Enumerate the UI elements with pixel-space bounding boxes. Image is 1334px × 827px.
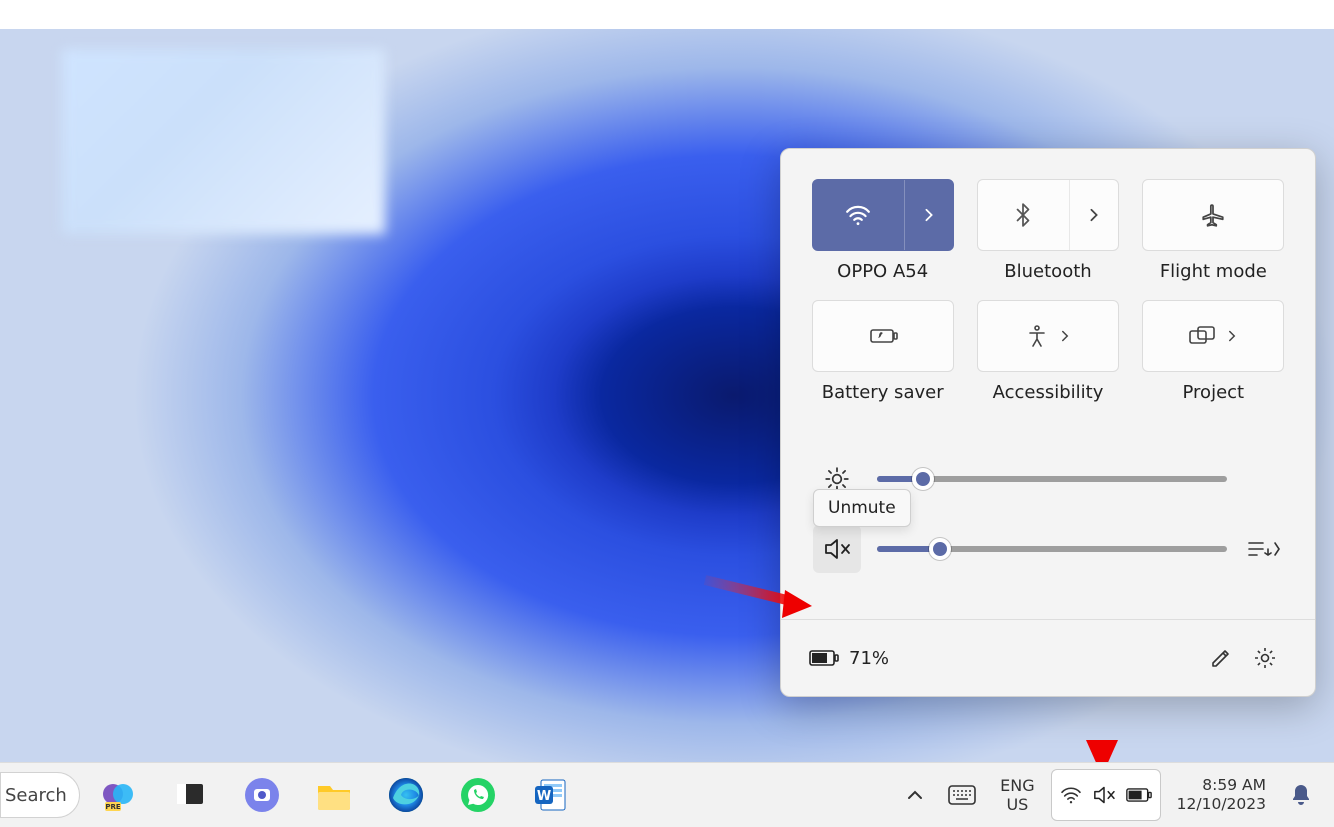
sliders-section: Unmute [781, 411, 1315, 619]
flightmode-label: Flight mode [1160, 261, 1267, 282]
wifi-expand[interactable] [905, 180, 953, 250]
bell-icon [1290, 783, 1312, 807]
chevron-right-icon [922, 208, 936, 222]
bluetooth-expand[interactable] [1070, 180, 1118, 250]
search-box[interactable]: Search [0, 772, 80, 818]
taskview-icon[interactable] [166, 771, 214, 819]
search-placeholder: Search [5, 785, 67, 806]
volume-thumb[interactable] [929, 538, 951, 560]
word-icon[interactable]: W [526, 771, 574, 819]
bluetooth-toggle[interactable] [978, 180, 1070, 250]
battery-text: 71% [849, 648, 889, 669]
language-text: ENG US [1000, 776, 1034, 814]
keyboard-icon [948, 785, 976, 805]
svg-text:PRE: PRE [105, 803, 121, 811]
quick-settings-grid: OPPO A54 Bluetooth [781, 149, 1315, 411]
sound-output-icon [1245, 537, 1281, 561]
whatsapp-icon[interactable] [454, 771, 502, 819]
accessibility-button[interactable] [977, 300, 1119, 372]
taskbar: Search PRE W [0, 762, 1334, 827]
tray-overflow[interactable] [898, 769, 932, 821]
brightness-thumb[interactable] [912, 468, 934, 490]
wifi-icon [1060, 786, 1082, 804]
file-explorer-icon[interactable] [310, 771, 358, 819]
panel-footer: 71% [781, 619, 1315, 696]
edit-button[interactable] [1199, 636, 1243, 680]
speaker-muted-icon [1092, 785, 1116, 805]
touch-keyboard-button[interactable] [940, 769, 984, 821]
quick-settings-panel: OPPO A54 Bluetooth [780, 148, 1316, 697]
project-button[interactable] [1142, 300, 1284, 372]
battery-icon [1126, 787, 1152, 803]
browser-whitespace [0, 0, 1334, 29]
tile-bluetooth: Bluetooth [974, 179, 1121, 282]
notifications-button[interactable] [1282, 769, 1320, 821]
battery-saver-icon [868, 326, 898, 346]
wifi-toggle[interactable] [813, 180, 905, 250]
bluetooth-button[interactable] [977, 179, 1119, 251]
volume-slider[interactable] [877, 546, 1227, 552]
brightness-slider[interactable] [877, 476, 1227, 482]
blurred-region [62, 49, 385, 234]
unmute-tooltip: Unmute [813, 489, 911, 527]
flightmode-button[interactable] [1142, 179, 1284, 251]
battery-saver-button[interactable] [812, 300, 954, 372]
quick-settings-tray-button[interactable] [1051, 769, 1161, 821]
project-label: Project [1183, 382, 1245, 403]
taskbar-pinned: PRE W [94, 762, 574, 827]
accessibility-icon [1025, 324, 1049, 348]
bluetooth-icon [1015, 203, 1031, 227]
mute-toggle-button[interactable] [813, 525, 861, 573]
accessibility-label: Accessibility [993, 382, 1104, 403]
clock-text: 8:59 AM 12/10/2023 [1177, 776, 1266, 814]
chevron-up-icon [906, 789, 924, 801]
chevron-right-icon [1226, 330, 1238, 342]
language-button[interactable]: ENG US [992, 769, 1042, 821]
airplane-icon [1200, 203, 1226, 227]
copilot-icon[interactable]: PRE [94, 771, 142, 819]
chevron-right-icon [1059, 330, 1071, 342]
tile-project: Project [1140, 300, 1287, 403]
project-icon [1188, 325, 1216, 347]
settings-button[interactable] [1243, 636, 1287, 680]
wifi-label: OPPO A54 [837, 261, 928, 282]
battery-icon [809, 649, 839, 667]
chevron-right-icon [1087, 208, 1101, 222]
clock-button[interactable]: 8:59 AM 12/10/2023 [1169, 769, 1274, 821]
speaker-muted-icon [823, 537, 851, 561]
wifi-icon [845, 204, 871, 226]
volume-row: Unmute [813, 525, 1283, 573]
svg-text:W: W [537, 789, 551, 804]
bluetooth-label: Bluetooth [1004, 261, 1091, 282]
tile-wifi: OPPO A54 [809, 179, 956, 282]
battery-saver-label: Battery saver [822, 382, 944, 403]
system-tray: ENG US 8:59 AM [898, 762, 1320, 827]
teams-icon[interactable] [238, 771, 286, 819]
volume-output-button[interactable] [1243, 537, 1283, 561]
edge-icon[interactable] [382, 771, 430, 819]
pencil-icon [1210, 647, 1232, 669]
tile-battery-saver: Battery saver [809, 300, 956, 403]
gear-icon [1253, 646, 1277, 670]
tile-accessibility: Accessibility [974, 300, 1121, 403]
tile-flightmode: Flight mode [1140, 179, 1287, 282]
wifi-button[interactable] [812, 179, 954, 251]
